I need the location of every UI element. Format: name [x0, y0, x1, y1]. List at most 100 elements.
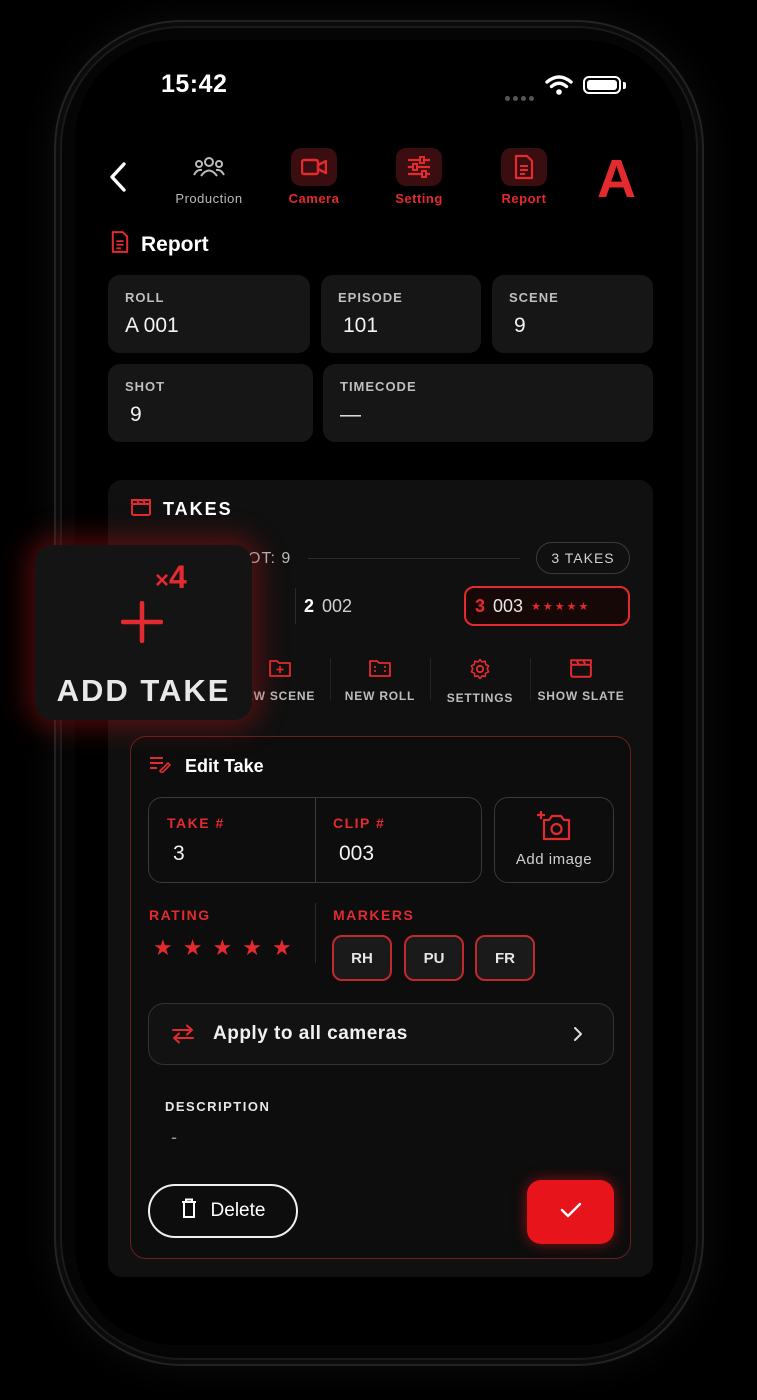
nav-camera[interactable]: Camera [269, 148, 359, 206]
folder-plus-icon [269, 660, 291, 682]
scene-field[interactable]: SCENE 9 [492, 275, 653, 353]
episode-label: EPISODE [338, 290, 403, 305]
take-clip: 002 [322, 595, 353, 616]
nav-production-label: Production [175, 191, 243, 206]
scene-label: SCENE [509, 290, 559, 305]
description-input[interactable]: - [171, 1127, 177, 1148]
delete-label: Delete [210, 1200, 266, 1221]
timecode-value: — [340, 403, 361, 426]
delete-button[interactable]: Delete [148, 1184, 298, 1238]
take-number: 2 [304, 595, 315, 616]
multiplier-sign: × [155, 567, 170, 594]
apply-all-cameras-row[interactable]: Apply to all cameras [148, 1003, 614, 1065]
back-button[interactable] [107, 160, 129, 199]
show-slate-button[interactable]: SHOW SLATE [531, 658, 631, 703]
sliders-icon [396, 148, 442, 186]
battery-icon [583, 76, 621, 94]
episode-value: 101 [343, 314, 379, 337]
take-chip-selected[interactable]: 3 003 ★★★★★ [464, 586, 630, 626]
nav-report-label: Report [501, 191, 547, 206]
camera-letter[interactable]: A [597, 148, 636, 210]
take-number: 3 [475, 595, 486, 616]
clapperboard-icon [131, 498, 151, 521]
clapperboard-icon [570, 659, 592, 682]
scene-value: 9 [514, 314, 526, 337]
take-rating-stars: ★★★★★ [531, 600, 591, 613]
nav-production[interactable]: Production [164, 148, 254, 206]
nav-setting-label: Setting [395, 191, 443, 206]
settings-label: SETTINGS [446, 691, 514, 705]
clip-number-input[interactable]: 003 [339, 842, 374, 866]
star-icon[interactable]: ★ [212, 935, 232, 961]
marker-pu[interactable]: PU [404, 935, 464, 981]
shot-value: 9 [130, 403, 142, 426]
film-folder-icon [369, 660, 391, 682]
star-icon[interactable]: ★ [272, 935, 292, 961]
add-take-button[interactable]: ×4 ADD TAKE [35, 545, 252, 720]
edit-list-icon [149, 755, 172, 778]
divider [308, 558, 520, 559]
status-time: 15:42 [161, 70, 228, 98]
swap-arrows-icon [171, 1024, 195, 1049]
add-image-label: Add image [515, 851, 593, 868]
nav-camera-label: Camera [288, 191, 340, 206]
timecode-label: TIMECODE [340, 379, 417, 394]
edit-take-panel: Edit Take TAKE # 3 CLIP # 003 Add image … [130, 736, 631, 1259]
take-clip-box: TAKE # 3 CLIP # 003 [148, 797, 482, 883]
takes-title: TAKES [163, 499, 233, 519]
chevron-right-icon [573, 1026, 583, 1047]
timecode-field[interactable]: TIMECODE — [323, 364, 653, 442]
takes-count-badge: 3 TAKES [536, 542, 630, 574]
checkmark-icon [560, 1202, 582, 1223]
document-icon [501, 148, 547, 186]
plus-icon [120, 600, 164, 648]
document-icon [111, 230, 129, 260]
wifi-icon [545, 74, 573, 101]
take-chip[interactable]: 2 002 [304, 586, 352, 626]
video-camera-icon [291, 148, 337, 186]
add-take-multiplier: ×4 [155, 559, 187, 596]
take-number-label: TAKE # [167, 815, 225, 831]
chevron-left-icon [110, 162, 126, 192]
camera-plus-icon [495, 810, 613, 847]
people-icon [186, 148, 232, 186]
trash-icon [181, 1198, 197, 1224]
shot-field[interactable]: SHOT 9 [108, 364, 313, 442]
takes-shot-label: OT: 9 [248, 550, 292, 567]
marker-fr[interactable]: FR [475, 935, 535, 981]
new-roll-button[interactable]: NEW ROLL [330, 658, 430, 703]
clip-number-label: CLIP # [333, 815, 386, 831]
divider [315, 903, 316, 963]
divider [315, 798, 316, 882]
take-clip: 003 [493, 595, 524, 616]
rating-stars[interactable]: ★ ★ ★ ★ ★ [153, 935, 292, 961]
add-image-button[interactable]: Add image [494, 797, 614, 883]
confirm-button[interactable] [527, 1180, 614, 1244]
divider [295, 588, 296, 624]
report-title-text: Report [141, 233, 209, 256]
apply-all-cameras-label: Apply to all cameras [213, 1023, 408, 1044]
report-title: Report [111, 230, 209, 260]
shot-label: SHOT [125, 379, 166, 394]
nav-setting[interactable]: Setting [374, 148, 464, 206]
star-icon[interactable]: ★ [153, 935, 173, 961]
episode-field[interactable]: EPISODE 101 [321, 275, 481, 353]
show-slate-label: SHOW SLATE [537, 689, 625, 703]
description-label: DESCRIPTION [165, 1099, 271, 1114]
roll-field[interactable]: ROLL A 001 [108, 275, 310, 353]
settings-button[interactable]: SETTINGS [430, 658, 530, 705]
marker-rh[interactable]: RH [332, 935, 392, 981]
takes-header: TAKES [131, 498, 233, 521]
battery-tip [623, 82, 626, 89]
edit-take-title: Edit Take [185, 756, 264, 776]
star-icon[interactable]: ★ [183, 935, 203, 961]
roll-value: A 001 [125, 314, 179, 337]
add-take-label: ADD TAKE [56, 673, 231, 708]
take-number-input[interactable]: 3 [173, 842, 185, 866]
nav-report[interactable]: Report [479, 148, 569, 206]
rating-label: RATING [149, 907, 211, 923]
star-icon[interactable]: ★ [242, 935, 262, 961]
multiplier-value: 4 [169, 559, 187, 595]
markers-label: MARKERS [333, 907, 415, 923]
signal-dots-icon [505, 88, 537, 106]
